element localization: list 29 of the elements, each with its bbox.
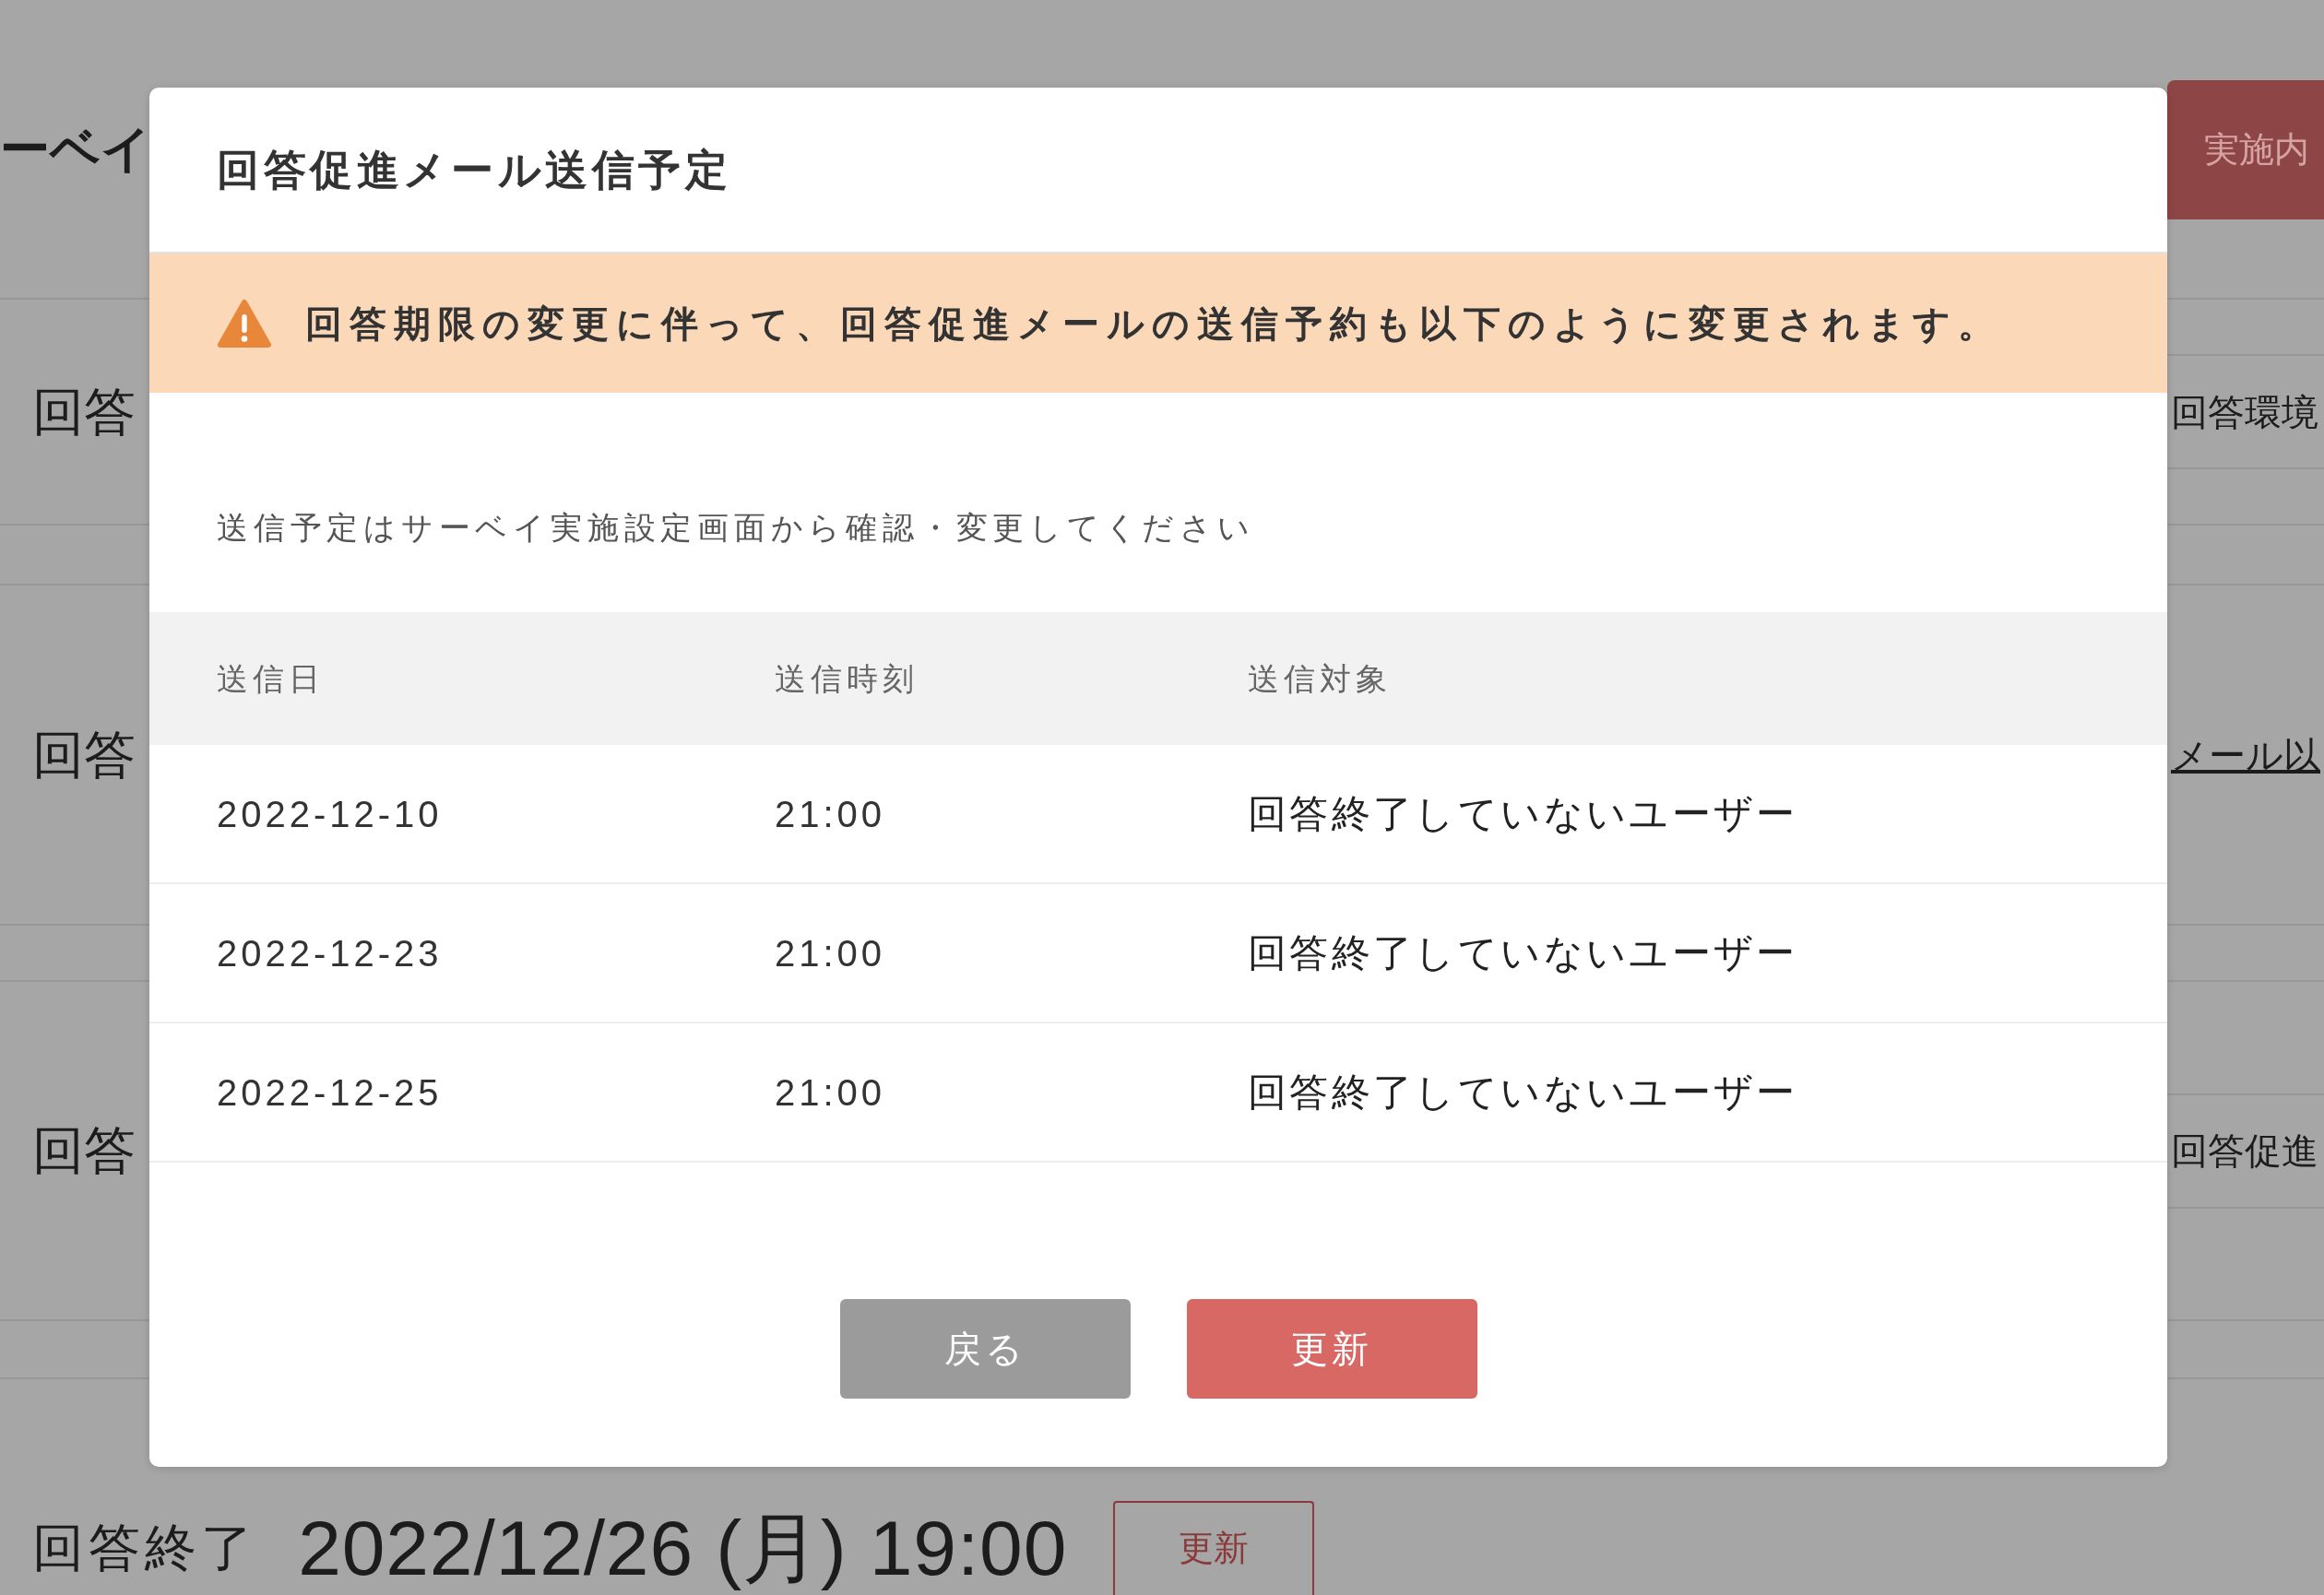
table-cell: 回答終了していないユーザー (1248, 1070, 1798, 1114)
column-header: 送信時刻 (775, 660, 919, 696)
link[interactable]: メール以 (2171, 727, 2320, 783)
end-datetime: 2022/12/26 (月) 19:00 (298, 1504, 1068, 1593)
update-button[interactable]: 更新 (1186, 1299, 1477, 1399)
table-cell: 2022-12-10 (217, 793, 443, 834)
warning-message: 回答期限の変更に伴って、回答促進メールの送信予約も以下のように変更されます。 (305, 301, 2002, 346)
column-header: 送信日 (217, 660, 326, 696)
table-cell: 回答終了していないユーザー (1248, 792, 1798, 835)
table-cell: 21:00 (775, 932, 886, 974)
section-text: 回答環境 (2171, 390, 2318, 434)
section-label: 回答 (31, 1120, 136, 1181)
page-title: ーベイ (0, 120, 151, 178)
update-button[interactable]: 更新 (1113, 1501, 1315, 1595)
table-cell: 21:00 (775, 793, 886, 834)
section-label: 回答 (31, 381, 136, 443)
table-cell: 回答終了していないユーザー (1248, 931, 1798, 975)
dialog-title: 回答促進メール送信予定 (217, 144, 732, 195)
back-button[interactable]: 戻る (839, 1299, 1131, 1399)
table-cell: 2022-12-25 (217, 1071, 443, 1113)
note-text: 送信予定はサーベイ実施設定画面から確認・変更してください (217, 510, 1255, 545)
table-cell: 2022-12-23 (217, 932, 443, 974)
section-label: 回答 (31, 724, 136, 786)
table-cell: 21:00 (775, 1071, 886, 1113)
section-text: 回答促進 (2171, 1129, 2318, 1173)
warning-icon (217, 298, 272, 349)
column-header: 送信対象 (1248, 660, 1393, 696)
top-button[interactable]: 実施内 (2167, 80, 2324, 219)
end-label: 回答終了 (31, 1518, 258, 1578)
